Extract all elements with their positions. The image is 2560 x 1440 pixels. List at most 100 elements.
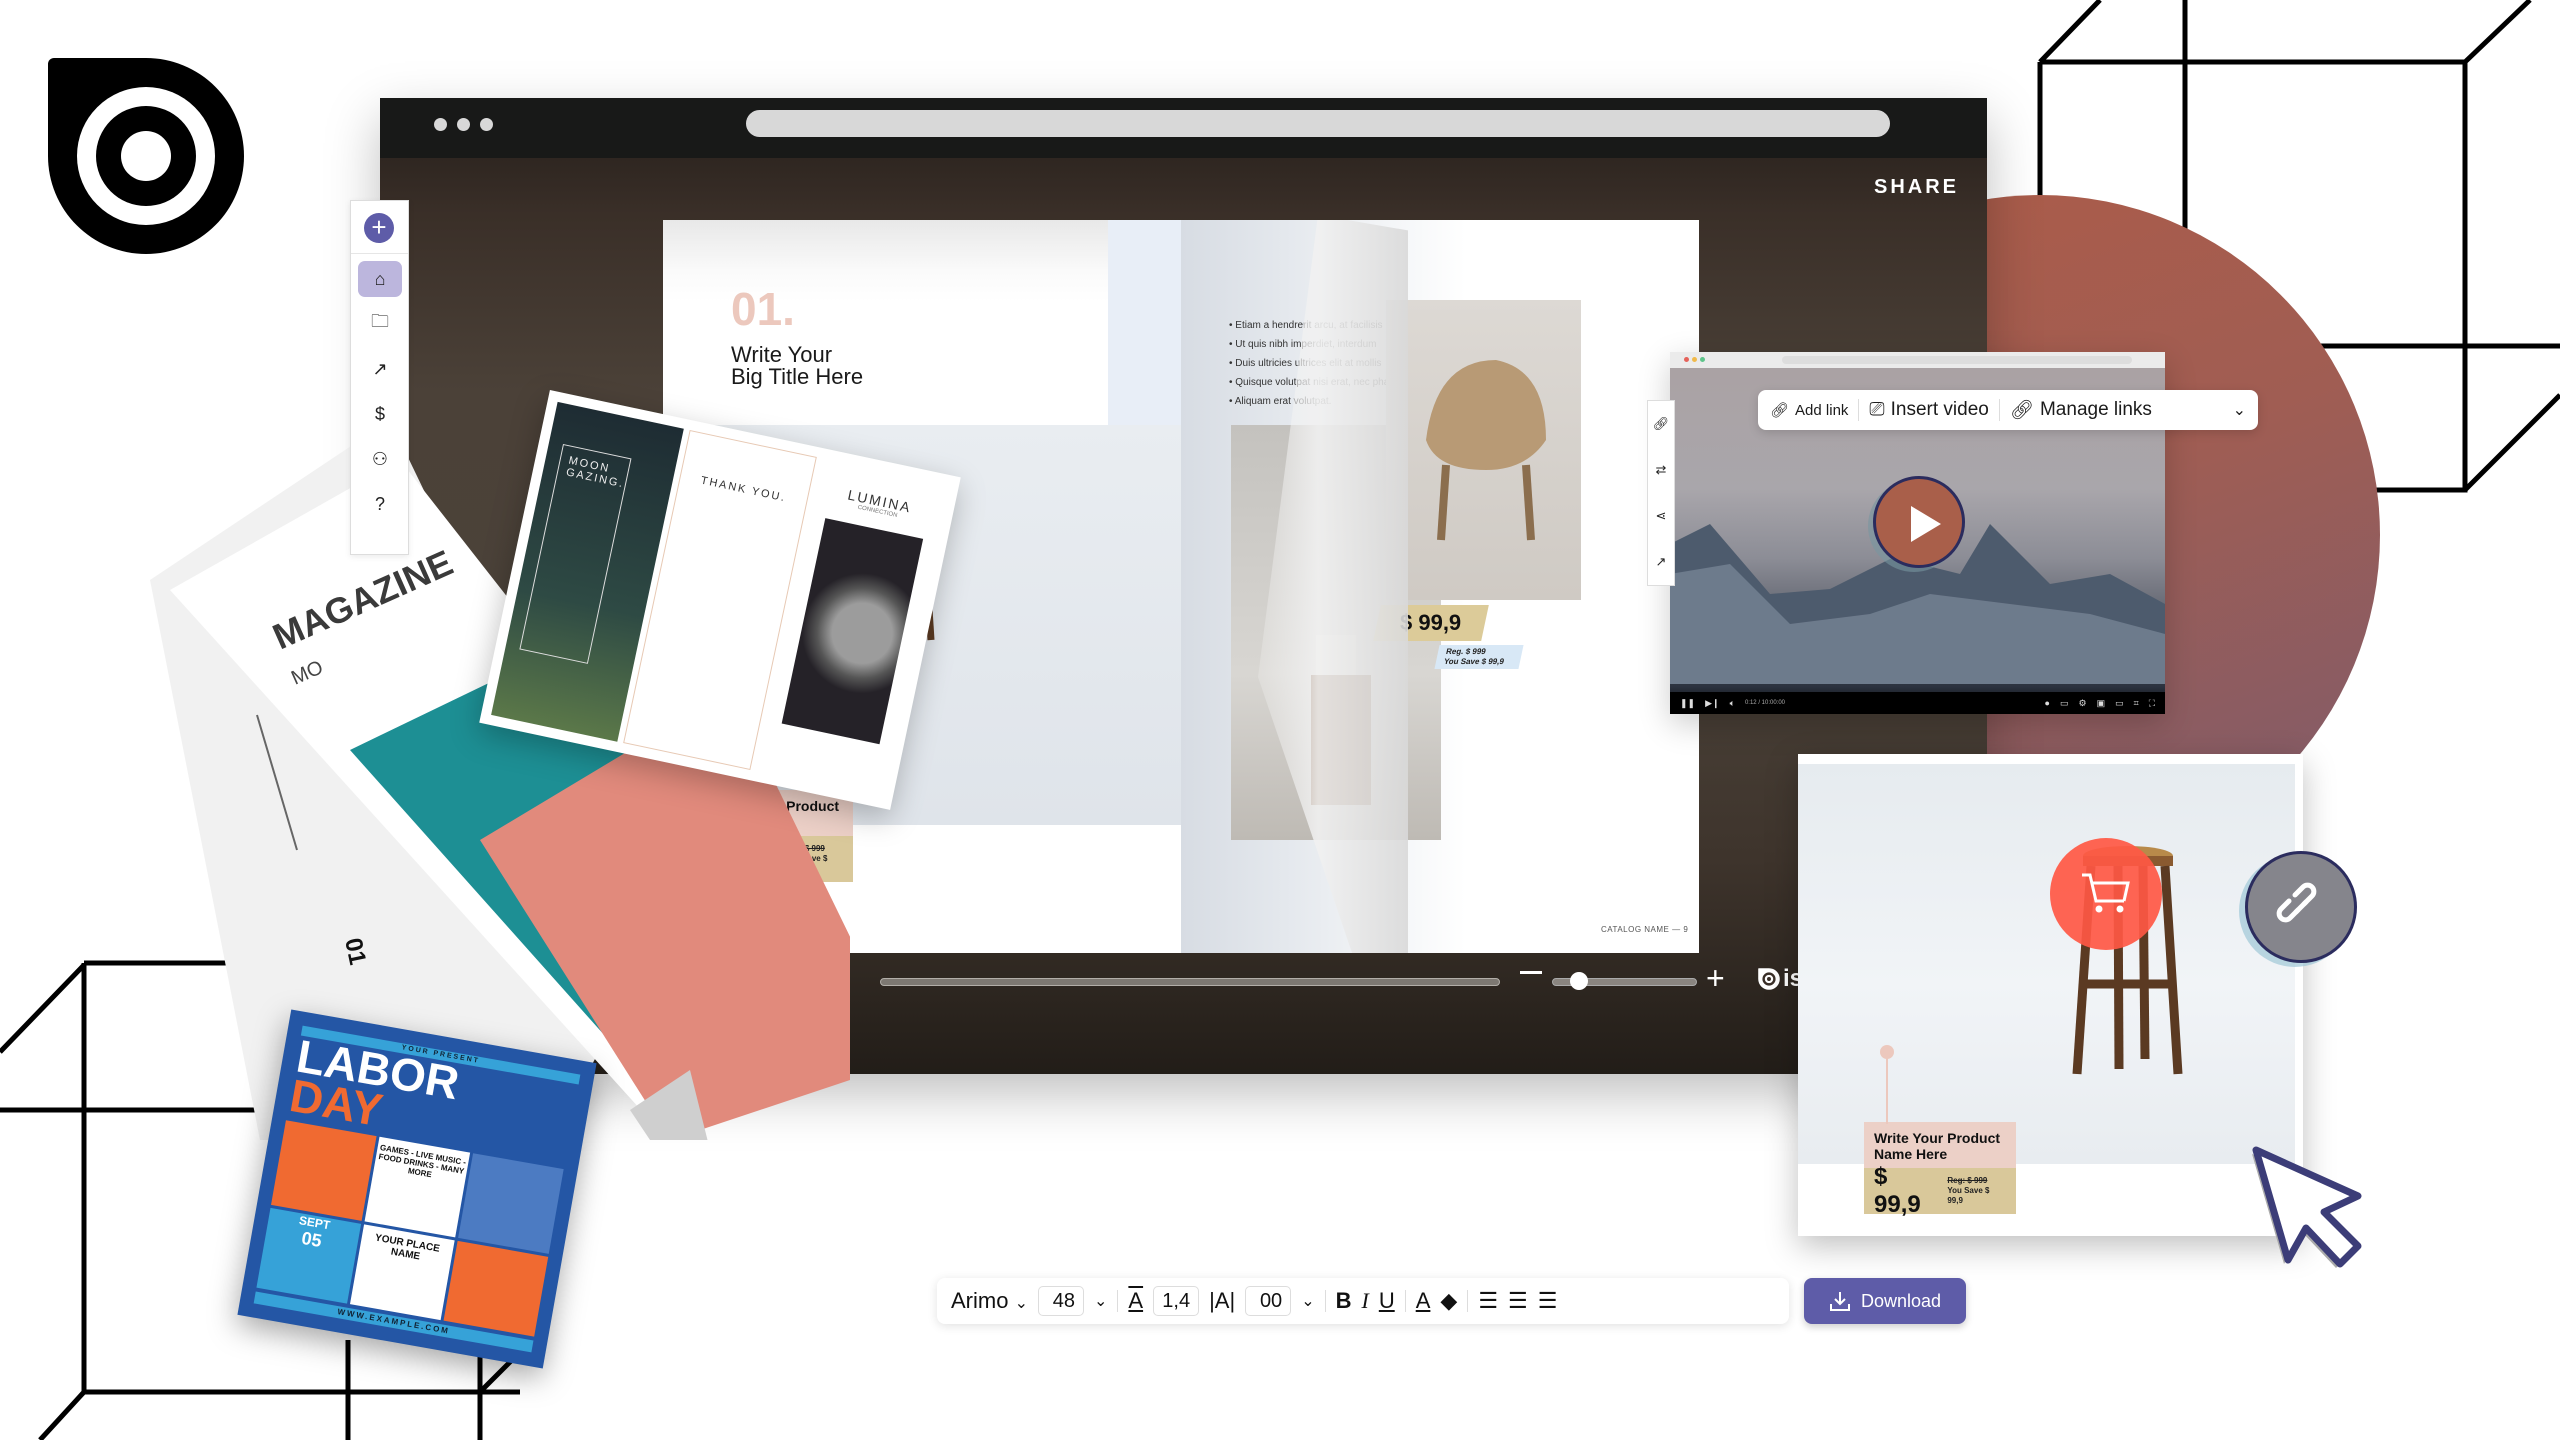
help-icon: ?	[374, 493, 385, 514]
sidebar-item-folder[interactable]: 🗀	[358, 306, 402, 342]
hotspot-dot[interactable]	[1880, 1045, 1894, 1059]
zoom-out-button[interactable]	[1520, 971, 1542, 974]
align-center-button[interactable]: ☰	[1508, 1290, 1528, 1312]
autoplay-toggle[interactable]: ●	[2045, 698, 2050, 709]
align-left-button[interactable]: ☰	[1478, 1290, 1498, 1312]
insert-video-button[interactable]: ⎚ Insert video	[1869, 399, 1988, 421]
right-page: Etiam a hendrerit arcu, at facilisis Ut …	[1181, 220, 1699, 953]
shoppable-product-card: Write Your Product Name Here $ 99,9 Reg:…	[1798, 754, 2303, 1236]
font-family-select[interactable]: Arimo ⌄	[951, 1288, 1028, 1314]
font-size-dropdown[interactable]: ⌄	[1094, 1291, 1107, 1311]
align-right-button[interactable]: ☰	[1538, 1290, 1558, 1312]
zoom-slider-handle[interactable]	[1569, 972, 1588, 990]
link-button[interactable]	[2245, 851, 2357, 963]
moon-image	[781, 518, 923, 745]
sidebar-item-account[interactable]: ⚇	[358, 441, 402, 477]
letter-spacing-dropdown[interactable]: ⌄	[1301, 1291, 1314, 1311]
bold-button[interactable]: B	[1336, 1290, 1352, 1312]
link-toolbar: 🔗︎ Add link ⎚ Insert video 🔗︎ Manage lin…	[1758, 390, 2258, 430]
miniplayer-icon[interactable]: ▣	[2097, 698, 2106, 709]
chair-photo	[1386, 300, 1581, 600]
sidebar-item-help[interactable]: ?	[358, 486, 402, 522]
trend-icon[interactable]: ↗	[1656, 554, 1667, 570]
brochure-title-2: THANK YOU.	[699, 474, 788, 505]
font-family-value: Arimo	[951, 1288, 1009, 1313]
product-price: $ 99,9	[1874, 1163, 1921, 1218]
viewer-brand[interactable]: is	[1758, 967, 1803, 991]
labor-day-flyer[interactable]: YOUR PRESENT LABOR DAY GAMES - LIVE MUSI…	[237, 1009, 597, 1369]
dollar-icon: $	[374, 403, 385, 424]
theater-icon[interactable]: ▭	[2115, 698, 2124, 709]
font-size-input[interactable]: 48	[1037, 1286, 1084, 1316]
add-link-button[interactable]: 🔗︎ Add link	[1770, 401, 1849, 420]
title-line-1: Write Your	[731, 342, 833, 367]
section-number: 01.	[731, 283, 795, 335]
savings-badge: Reg. $ 999 You Save $ 99,9	[1434, 645, 1524, 669]
loop-icon[interactable]: ⇄	[1656, 462, 1667, 478]
page-progress-bar[interactable]	[880, 978, 1500, 986]
text-formatting-toolbar: Arimo ⌄ 48 ⌄ A 1,4 |A| 00 ⌄ B I U A ◆ ☰ …	[937, 1278, 1789, 1324]
manage-links-button[interactable]: 🔗︎ Manage links	[2010, 398, 2152, 422]
link-settings-icon: 🔗︎	[2009, 400, 2034, 421]
play-button[interactable]	[1873, 476, 1965, 568]
share-icon[interactable]: ⋖	[1656, 508, 1667, 524]
fullscreen-icon[interactable]: ⛶	[2149, 698, 2155, 709]
sidebar-item-home[interactable]: ⌂	[358, 261, 402, 297]
sidebar-item-statistics[interactable]: ↗	[358, 351, 402, 387]
page-header-area	[663, 220, 1108, 425]
divider	[1324, 1290, 1326, 1312]
cast-icon[interactable]: ⌗	[2134, 698, 2139, 709]
zoom-in-button[interactable]: +	[1706, 962, 1725, 994]
link-icon[interactable]: 🔗︎	[1653, 416, 1670, 432]
url-bar[interactable]	[746, 110, 1890, 137]
product-name: Write Your Product Name Here	[1864, 1122, 2016, 1168]
video-icon: ⎚	[1869, 399, 1885, 420]
letter-spacing-icon: |A|	[1209, 1288, 1236, 1313]
line-height-input[interactable]: 1,4	[1153, 1286, 1200, 1316]
helmet-icon	[443, 1240, 549, 1337]
captions-icon[interactable]: ▭	[2060, 698, 2069, 709]
add-button[interactable]: +	[364, 213, 394, 243]
hotspot-line	[1886, 1058, 1888, 1124]
flyer-date: SEPT 05	[256, 1207, 362, 1304]
window-dots	[434, 118, 493, 131]
flyer-place: YOUR PLACE NAME	[349, 1223, 455, 1321]
page-footer: CATALOG NAME — 9	[1601, 925, 1689, 934]
underline-button[interactable]: U	[1379, 1290, 1395, 1312]
section-title: Write Your Big Title Here	[731, 344, 863, 388]
issuu-small-icon	[1758, 968, 1780, 990]
fist-icon	[271, 1120, 377, 1221]
letter-spacing-input[interactable]: 00	[1245, 1286, 1292, 1316]
fill-color-button[interactable]: ◆	[1440, 1290, 1457, 1312]
issuu-logo[interactable]	[46, 56, 246, 256]
chevron-down-icon[interactable]: ⌄	[2233, 400, 2246, 420]
add-to-cart-button[interactable]	[2050, 838, 2162, 950]
trend-icon: ↗	[372, 358, 388, 379]
volume-icon[interactable]: 🔈︎	[1730, 698, 1735, 709]
product-price-tag[interactable]: Write Your Product Name Here $ 99,9 Reg:…	[1864, 1122, 2016, 1218]
sidebar-item-monetize[interactable]: $	[358, 396, 402, 432]
add-link-label: Add link	[1795, 401, 1849, 419]
regular-price: Reg: $ 999	[1947, 1176, 1988, 1185]
italic-button[interactable]: I	[1361, 1290, 1368, 1312]
download-button[interactable]: Download	[1804, 1278, 1966, 1324]
product-image	[1798, 764, 2295, 1164]
video-window-chrome	[1670, 352, 2165, 368]
home-icon: ⌂	[374, 268, 386, 289]
video-url-bar	[1782, 356, 2132, 364]
divider	[1404, 1290, 1406, 1312]
page-accent-strip	[1108, 220, 1181, 425]
next-icon[interactable]: ▶❙	[1705, 698, 1719, 709]
share-button[interactable]: SHARE	[1874, 176, 1959, 199]
text-color-button[interactable]: A	[1416, 1290, 1431, 1312]
mouse-cursor-icon	[2252, 1146, 2362, 1268]
divider	[1998, 399, 2000, 421]
video-controls: ❚❚ ▶❙ 🔈︎ 0:12 / 10:00:00 ● ▭ ⚙ ▣ ▭ ⌗ ⛶	[1670, 692, 2165, 714]
wrench-icon	[458, 1153, 564, 1254]
pause-icon[interactable]: ❚❚	[1680, 698, 1695, 709]
regular-price: Reg. $ 999	[1445, 647, 1487, 656]
browser-chrome	[380, 98, 1987, 158]
cart-icon	[2082, 873, 2130, 913]
brochure-title-1: MOON GAZING.	[519, 443, 632, 664]
settings-icon[interactable]: ⚙	[2079, 698, 2087, 709]
